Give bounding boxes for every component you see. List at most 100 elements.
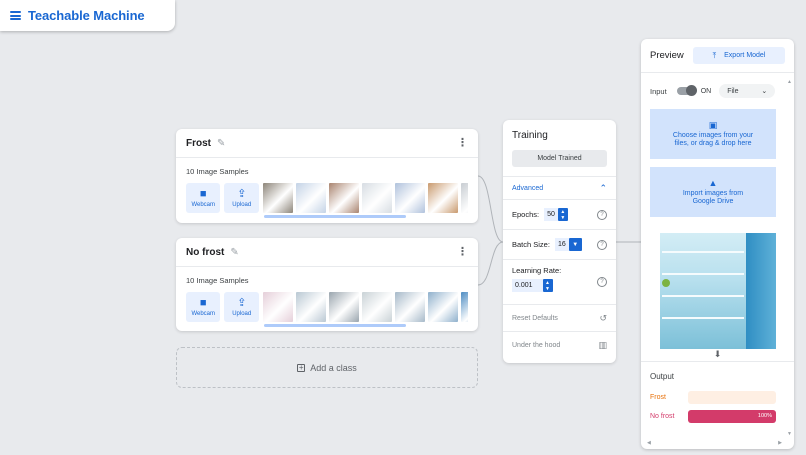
class-name[interactable]: No frost xyxy=(186,247,224,258)
choose-files-dropzone[interactable]: ▣ Choose images from your files, or drag… xyxy=(650,109,776,159)
sample-thumbnail[interactable] xyxy=(394,183,425,213)
batch-size-select[interactable]: 16 xyxy=(554,238,569,251)
pencil-icon[interactable]: ✎ xyxy=(230,247,238,258)
scroll-up-arrow-icon[interactable]: ▲ xyxy=(787,79,792,85)
chevron-up-icon: ⌃ xyxy=(599,182,607,193)
confidence-bar: 100% xyxy=(688,410,776,423)
sample-thumbnails xyxy=(262,183,468,213)
input-source-select[interactable]: File ⌄ xyxy=(719,84,776,98)
learning-rate-row: Learning Rate: 0.001 ▲ ▼ ? xyxy=(503,259,616,304)
help-icon[interactable]: ? xyxy=(597,277,607,287)
connector-no-frost xyxy=(477,241,504,286)
sample-thumbnail[interactable] xyxy=(295,183,326,213)
under-the-hood-label: Under the hood xyxy=(512,341,561,349)
app-title[interactable]: Teachable Machine xyxy=(28,8,145,23)
help-icon[interactable]: ? xyxy=(597,239,607,250)
sample-thumbnail[interactable] xyxy=(361,292,392,322)
upload-label: Upload xyxy=(232,201,252,208)
webcam-button[interactable]: ■ Webcam xyxy=(186,183,221,213)
sample-thumbnail[interactable] xyxy=(361,183,392,213)
upload-icon: ⇪ xyxy=(237,296,247,309)
connector-frost xyxy=(477,175,504,243)
output-label: No frost xyxy=(650,412,675,420)
class-card-no-frost: No frost ✎ ⋮ 10 Image Samples ■ Webcam ⇪… xyxy=(176,238,478,331)
sample-count: 10 Image Samples xyxy=(186,276,249,285)
epochs-input[interactable]: 50 xyxy=(544,208,558,221)
learning-rate-input[interactable]: 0.001 xyxy=(512,279,543,292)
restore-icon: ↺ xyxy=(599,312,607,323)
sample-thumbnail[interactable] xyxy=(427,292,458,322)
webcam-button[interactable]: ■ Webcam xyxy=(186,292,221,322)
thumbnail-scrollbar[interactable] xyxy=(264,324,406,327)
learning-rate-label: Learning Rate: xyxy=(512,266,562,275)
output-label: Frost xyxy=(650,393,666,401)
export-model-button[interactable]: ⤒ Export Model xyxy=(693,47,785,64)
input-source-value: File xyxy=(727,87,739,95)
videocam-icon: ■ xyxy=(199,296,207,309)
input-row: Input ON File ⌄ xyxy=(641,73,794,109)
batch-size-label: Batch Size: xyxy=(512,240,550,249)
sample-count: 10 Image Samples xyxy=(186,167,249,176)
class-card-frost: Frost ✎ ⋮ 10 Image Samples ■ Webcam ⇪ Up… xyxy=(176,129,478,223)
dropdown-arrow-icon[interactable]: ▼ xyxy=(568,238,582,251)
more-vert-icon[interactable]: ⋮ xyxy=(457,137,468,149)
sample-thumbnail[interactable] xyxy=(295,292,326,322)
scroll-right-arrow-icon[interactable]: ▶ xyxy=(778,440,782,446)
batch-size-row: Batch Size: 16 ▼ ? xyxy=(503,229,616,259)
sample-thumbnail[interactable] xyxy=(328,183,359,213)
choose-files-line2: files, or drag & drop here xyxy=(674,139,752,147)
videocam-icon: ■ xyxy=(199,187,207,200)
sample-thumbnail[interactable] xyxy=(394,292,425,322)
output-row-frost: Frost xyxy=(650,391,785,404)
class-name[interactable]: Frost xyxy=(186,138,211,149)
scroll-down-arrow-icon[interactable]: ▼ xyxy=(787,431,792,437)
output-section: Output Frost No frost 100% xyxy=(641,361,794,423)
upload-label: Upload xyxy=(232,310,252,317)
training-panel: Training Model Trained Advanced ⌃ Epochs… xyxy=(503,120,616,363)
reset-defaults-label: Reset Defaults xyxy=(512,314,558,322)
upload-button[interactable]: ⇪ Upload xyxy=(224,292,259,322)
under-the-hood-button[interactable]: Under the hood ▥ xyxy=(503,331,616,358)
preview-title: Preview xyxy=(650,50,684,61)
learning-rate-stepper[interactable]: ▲ ▼ xyxy=(542,279,553,292)
google-drive-icon: ▲ xyxy=(708,177,718,188)
train-model-button[interactable]: Model Trained xyxy=(512,150,607,167)
chevron-down-icon: ⌄ xyxy=(761,88,768,95)
arrow-down-icon: ⬇ xyxy=(713,349,722,359)
hamburger-menu-icon[interactable] xyxy=(10,11,21,20)
bar-chart-icon: ▥ xyxy=(598,339,607,350)
epochs-stepper[interactable]: ▲ ▼ xyxy=(557,208,568,221)
preview-panel: Preview ⤒ Export Model Input ON File ⌄ ▣… xyxy=(641,39,794,449)
add-class-button[interactable]: + Add a class xyxy=(176,347,478,388)
thumbnail-scrollbar[interactable] xyxy=(264,215,406,218)
sample-thumbnail[interactable] xyxy=(262,183,293,213)
input-toggle[interactable] xyxy=(676,85,697,96)
sample-thumbnail[interactable] xyxy=(328,292,359,322)
google-drive-import-button[interactable]: ▲ Import images from Google Drive xyxy=(650,167,776,217)
reset-defaults-button[interactable]: Reset Defaults ↺ xyxy=(503,304,616,331)
folder-icon: ▣ xyxy=(708,119,718,130)
sample-thumbnail[interactable] xyxy=(427,183,458,213)
pencil-icon[interactable]: ✎ xyxy=(217,138,225,149)
add-class-label: Add a class xyxy=(310,362,357,373)
scroll-left-arrow-icon[interactable]: ◀ xyxy=(647,440,651,446)
sample-thumbnails xyxy=(262,292,468,322)
advanced-toggle[interactable]: Advanced ⌃ xyxy=(503,177,616,199)
upload-icon: ⇪ xyxy=(237,187,247,200)
add-box-icon: + xyxy=(297,362,306,372)
epochs-row: Epochs: 50 ▲ ▼ ? xyxy=(503,199,616,229)
drive-line1: Import images from xyxy=(682,189,744,197)
app-header: Teachable Machine xyxy=(0,0,175,31)
class-card-header: No frost ✎ ⋮ xyxy=(176,238,478,267)
training-title: Training xyxy=(512,130,548,141)
sample-thumbnail[interactable] xyxy=(262,292,293,322)
preview-image xyxy=(659,233,776,349)
upload-button[interactable]: ⇪ Upload xyxy=(224,183,259,213)
export-model-label: Export Model xyxy=(724,52,766,59)
help-icon[interactable]: ? xyxy=(597,209,607,220)
sample-thumbnail[interactable] xyxy=(460,183,468,213)
output-row-no-frost: No frost 100% xyxy=(650,410,785,423)
more-vert-icon[interactable]: ⋮ xyxy=(457,246,468,258)
sample-thumbnail[interactable] xyxy=(460,292,468,322)
class-card-header: Frost ✎ ⋮ xyxy=(176,129,478,158)
